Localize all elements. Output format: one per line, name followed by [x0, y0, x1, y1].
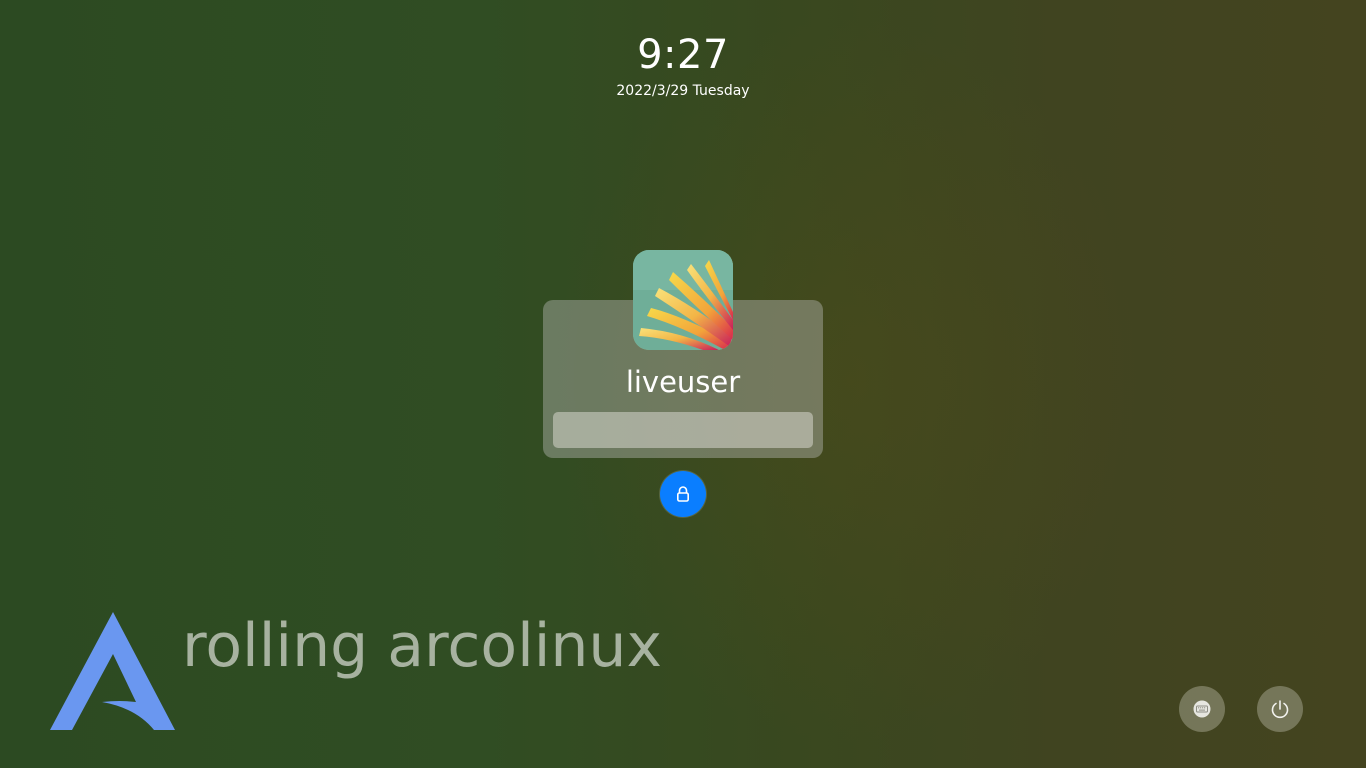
power-button[interactable]	[1257, 686, 1303, 732]
keyboard-layout-button[interactable]	[1179, 686, 1225, 732]
user-avatar[interactable]	[633, 250, 733, 350]
unlock-button[interactable]	[660, 471, 706, 517]
power-icon	[1271, 700, 1289, 719]
branding-text: rolling arcolinux	[182, 611, 662, 681]
keyboard-icon	[1193, 700, 1211, 718]
clock: 9:27 2022/3/29 Tuesday	[0, 31, 1366, 100]
arcolinux-logo-icon	[50, 612, 175, 730]
flower-avatar-icon	[633, 250, 733, 350]
branding: rolling arcolinux	[50, 608, 670, 733]
clock-date: 2022/3/29 Tuesday	[616, 83, 750, 99]
lock-icon	[676, 486, 689, 502]
password-field[interactable]	[553, 412, 813, 448]
username-label: liveuser	[625, 365, 741, 399]
clock-time: 9:27	[637, 32, 729, 78]
lock-screen: 9:27 2022/3/29 Tuesday liveuser rolling …	[0, 0, 1366, 768]
